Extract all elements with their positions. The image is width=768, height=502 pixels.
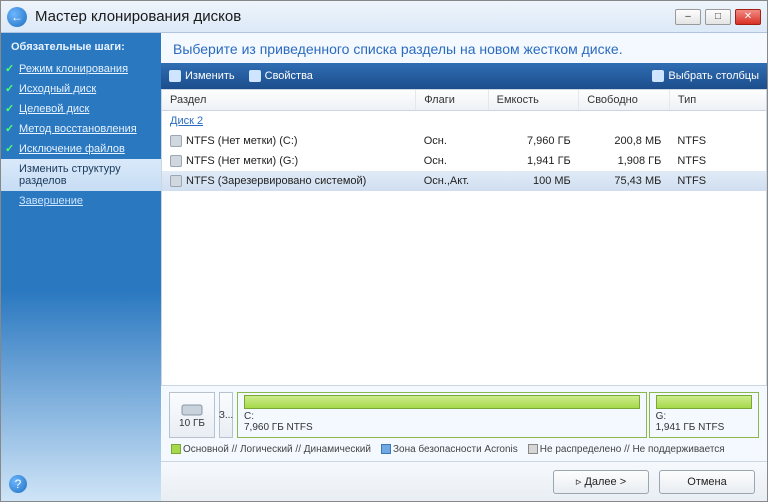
cell-partition: NTFS (Зарезервировано системой): [162, 171, 416, 191]
maximize-button[interactable]: □: [705, 9, 731, 25]
col-type[interactable]: Тип: [669, 90, 766, 111]
properties-icon: [249, 70, 261, 82]
slice-bar: [244, 395, 640, 409]
close-button[interactable]: ✕: [735, 9, 761, 25]
sidebar-item-4[interactable]: Исключение файлов: [1, 139, 161, 159]
sidebar-item-2[interactable]: Целевой диск: [1, 99, 161, 119]
table-row[interactable]: NTFS (Зарезервировано системой)Осн.,Акт.…: [162, 171, 766, 191]
cell-flags: Осн.: [416, 151, 488, 171]
slice-bar: [656, 395, 752, 409]
cell-free: 75,43 МБ: [579, 171, 670, 191]
instruction-text: Выберите из приведенного списка разделы …: [161, 33, 767, 63]
toolbar: Изменить Свойства Выбрать столбцы: [161, 63, 767, 89]
sidebar-item-5[interactable]: Изменить структуру разделов: [1, 159, 161, 191]
partition-icon: [170, 155, 182, 167]
sidebar-item-6[interactable]: Завершение: [1, 191, 161, 211]
sidebar-heading: Обязательные шаги:: [1, 41, 161, 59]
partition-table: Раздел Флаги Емкость Свободно Тип Диск 2…: [161, 89, 767, 386]
legend-swatch-unalloc: [528, 444, 538, 454]
cell-free: 1,908 ГБ: [579, 151, 670, 171]
legend-acronis: Зона безопасности Acronis: [393, 444, 518, 455]
properties-label: Свойства: [265, 70, 313, 82]
back-icon[interactable]: ←: [7, 7, 27, 27]
cell-flags: Осн.,Акт.: [416, 171, 488, 191]
slice-label: C:7,960 ГБ NTFS: [244, 411, 640, 433]
legend-swatch-acronis: [381, 444, 391, 454]
cancel-button[interactable]: Отмена: [659, 470, 755, 494]
disk-slice-0[interactable]: C:7,960 ГБ NTFS: [237, 392, 647, 438]
table-header-row: Раздел Флаги Емкость Свободно Тип: [162, 90, 766, 111]
disk-total: 10 ГБ: [169, 392, 215, 438]
sidebar-item-1[interactable]: Исходный диск: [1, 79, 161, 99]
disk-group-label: Диск 2: [162, 111, 766, 132]
properties-button[interactable]: Свойства: [249, 70, 313, 82]
columns-icon: [652, 70, 664, 82]
wizard-sidebar: Обязательные шаги: Режим клонированияИсх…: [1, 33, 161, 501]
window-controls: – □ ✕: [675, 9, 761, 25]
table-row[interactable]: NTFS (Нет метки) (G:)Осн.1,941 ГБ1,908 Г…: [162, 151, 766, 171]
cell-partition: NTFS (Нет метки) (C:): [162, 131, 416, 151]
footer: ▹ Далее > Отмена: [161, 461, 767, 501]
columns-label: Выбрать столбцы: [668, 70, 759, 82]
disk-slice-1[interactable]: G:1,941 ГБ NTFS: [649, 392, 759, 438]
legend-swatch-primary: [171, 444, 181, 454]
partition-icon: [170, 135, 182, 147]
legend-primary: Основной // Логический // Динамический: [183, 444, 371, 455]
cell-type: NTFS: [669, 171, 766, 191]
legend: Основной // Логический // Динамический З…: [161, 442, 767, 461]
disk-total-label: 10 ГБ: [179, 418, 205, 429]
window-title: Мастер клонирования дисков: [35, 8, 675, 25]
help-icon[interactable]: ?: [9, 475, 27, 493]
cell-capacity: 7,960 ГБ: [488, 131, 579, 151]
col-capacity[interactable]: Емкость: [488, 90, 579, 111]
col-free[interactable]: Свободно: [579, 90, 670, 111]
minimize-button[interactable]: –: [675, 9, 701, 25]
main-panel: Выберите из приведенного списка разделы …: [161, 33, 767, 501]
reserved-slice[interactable]: З...: [219, 392, 233, 438]
edit-button[interactable]: Изменить: [169, 70, 235, 82]
next-button[interactable]: ▹ Далее >: [553, 470, 649, 494]
sidebar-item-0[interactable]: Режим клонирования: [1, 59, 161, 79]
cell-capacity: 100 МБ: [488, 171, 579, 191]
slice-label: G:1,941 ГБ NTFS: [656, 411, 752, 433]
col-flags[interactable]: Флаги: [416, 90, 488, 111]
cell-capacity: 1,941 ГБ: [488, 151, 579, 171]
partition-icon: [170, 175, 182, 187]
reserved-slice-label: З...: [219, 410, 233, 421]
legend-unalloc: Не распределено // Не поддерживается: [540, 444, 725, 455]
cell-type: NTFS: [669, 151, 766, 171]
table-row[interactable]: NTFS (Нет метки) (C:)Осн.7,960 ГБ200,8 М…: [162, 131, 766, 151]
cell-flags: Осн.: [416, 131, 488, 151]
cell-type: NTFS: [669, 131, 766, 151]
hdd-icon: [181, 402, 203, 418]
title-bar: ← Мастер клонирования дисков – □ ✕: [1, 1, 767, 33]
edit-label: Изменить: [185, 70, 235, 82]
pencil-icon: [169, 70, 181, 82]
disk-group-row[interactable]: Диск 2: [162, 111, 766, 132]
cell-partition: NTFS (Нет метки) (G:): [162, 151, 416, 171]
sidebar-item-3[interactable]: Метод восстановления: [1, 119, 161, 139]
col-partition[interactable]: Раздел: [162, 90, 416, 111]
cell-free: 200,8 МБ: [579, 131, 670, 151]
disk-layout-bar: 10 ГБ З... C:7,960 ГБ NTFS G:1,941 ГБ NTF…: [169, 392, 759, 438]
next-label: ▹ Далее >: [576, 476, 626, 488]
choose-columns-button[interactable]: Выбрать столбцы: [652, 70, 759, 82]
